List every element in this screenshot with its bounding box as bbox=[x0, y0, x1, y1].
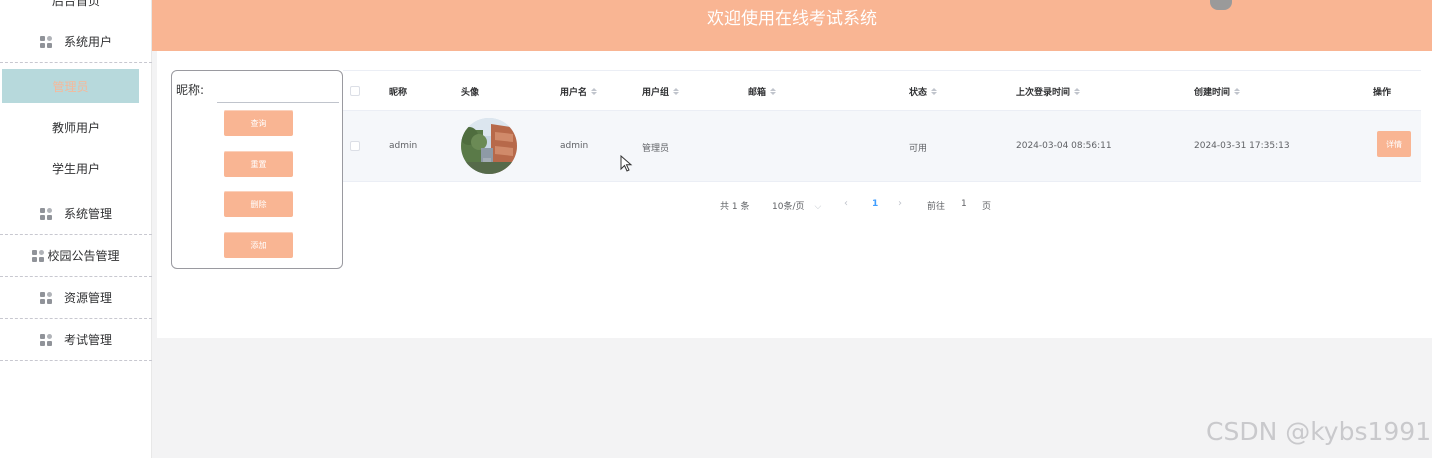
column-header-nickname: 昵称 bbox=[389, 88, 408, 98]
reset-button[interactable]: 重置 bbox=[224, 151, 293, 177]
column-header-group[interactable]: 用户组 bbox=[642, 85, 680, 98]
cell-username: admin bbox=[560, 141, 589, 151]
sort-icon[interactable] bbox=[1074, 88, 1081, 95]
sidebar-item-home[interactable]: 后台首页 bbox=[0, 0, 152, 9]
cell-group: 管理员 bbox=[642, 144, 670, 154]
top-header: 欢迎使用在线考试系统 bbox=[152, 0, 1432, 51]
sidebar-group-system-users[interactable]: 系统用户 bbox=[0, 21, 152, 63]
sort-icon[interactable] bbox=[591, 88, 598, 95]
sidebar-group-label: 考试管理 bbox=[63, 333, 112, 347]
cell-last-login: 2024-03-04 08:56:11 bbox=[1016, 141, 1112, 151]
sidebar-item-admin[interactable]: 管理员 bbox=[2, 69, 139, 103]
next-page-icon[interactable]: › bbox=[898, 198, 902, 209]
pagination-total: 共 1 条 bbox=[720, 202, 750, 212]
query-button[interactable]: 查询 bbox=[224, 110, 293, 136]
select-all-checkbox[interactable] bbox=[350, 86, 360, 96]
sort-icon[interactable] bbox=[1234, 88, 1241, 95]
chevron-down-icon: ⌵ bbox=[814, 202, 822, 212]
search-form: 昵称: 查询 重置 删除 添加 bbox=[171, 70, 343, 269]
column-header-created[interactable]: 创建时间 bbox=[1194, 85, 1241, 98]
column-header-last-login[interactable]: 上次登录时间 bbox=[1016, 85, 1081, 98]
grid-icon bbox=[39, 333, 52, 346]
page-suffix-label: 页 bbox=[982, 202, 992, 212]
grid-icon bbox=[32, 249, 45, 262]
sidebar-group-label: 系统管理 bbox=[63, 207, 112, 221]
column-header-avatar: 头像 bbox=[461, 88, 480, 98]
sort-icon[interactable] bbox=[673, 88, 680, 95]
nickname-label: 昵称: bbox=[176, 83, 205, 97]
grid-icon bbox=[39, 291, 52, 304]
sidebar-group-label: 资源管理 bbox=[63, 291, 112, 305]
grid-icon bbox=[39, 35, 52, 48]
delete-button[interactable]: 删除 bbox=[224, 191, 293, 217]
table-row[interactable]: admin admin 管理员 可用 2024-03-04 08:56:11 2… bbox=[343, 111, 1421, 182]
cell-nickname: admin bbox=[389, 141, 418, 151]
goto-label: 前往 bbox=[927, 202, 946, 212]
sidebar-item-teacher-users[interactable]: 教师用户 bbox=[0, 110, 152, 144]
sidebar-item-student-users[interactable]: 学生用户 bbox=[0, 151, 152, 185]
sidebar-group-exams[interactable]: 考试管理 bbox=[0, 319, 152, 361]
sidebar-group-system-management[interactable]: 系统管理 bbox=[0, 193, 152, 235]
sidebar-group-label: 系统用户 bbox=[63, 35, 112, 49]
users-table: 昵称 头像 用户名 用户组 邮箱 状态 上次登录时间 创建时间 操作 admin bbox=[343, 70, 1421, 182]
watermark: CSDN @kybs1991 bbox=[1206, 417, 1432, 446]
page-title: 欢迎使用在线考试系统 bbox=[707, 9, 877, 29]
cell-status: 可用 bbox=[909, 144, 928, 154]
sidebar-group-resources[interactable]: 资源管理 bbox=[0, 277, 152, 319]
sidebar-group-campus-notice[interactable]: 校园公告管理 bbox=[0, 235, 152, 277]
user-avatar-image bbox=[461, 118, 517, 174]
add-button[interactable]: 添加 bbox=[224, 232, 293, 258]
prev-page-icon[interactable]: ‹ bbox=[844, 198, 848, 209]
mouse-cursor-icon bbox=[620, 155, 633, 172]
row-checkbox[interactable] bbox=[350, 141, 360, 151]
goto-page-input[interactable]: 1 bbox=[961, 199, 967, 209]
detail-button[interactable]: 详情 bbox=[1377, 131, 1411, 157]
column-header-status[interactable]: 状态 bbox=[909, 85, 938, 98]
cell-created: 2024-03-31 17:35:13 bbox=[1194, 141, 1290, 151]
sidebar-group-label: 校园公告管理 bbox=[47, 249, 120, 263]
column-header-actions: 操作 bbox=[1373, 88, 1392, 98]
grid-icon bbox=[39, 207, 52, 220]
sidebar: 后台首页 系统用户 管理员 教师用户 学生用户 系统管理 校园公告管理 资源管理… bbox=[0, 0, 152, 458]
column-header-username[interactable]: 用户名 bbox=[560, 85, 598, 98]
sort-icon[interactable] bbox=[770, 88, 777, 95]
page-size-select[interactable]: 10条/页 ⌵ bbox=[772, 199, 821, 212]
nickname-search-input[interactable] bbox=[217, 79, 339, 103]
sort-icon[interactable] bbox=[931, 88, 938, 95]
page-number-current[interactable]: 1 bbox=[872, 199, 878, 209]
table-header: 昵称 头像 用户名 用户组 邮箱 状态 上次登录时间 创建时间 操作 bbox=[343, 70, 1421, 111]
column-header-email[interactable]: 邮箱 bbox=[748, 85, 777, 98]
